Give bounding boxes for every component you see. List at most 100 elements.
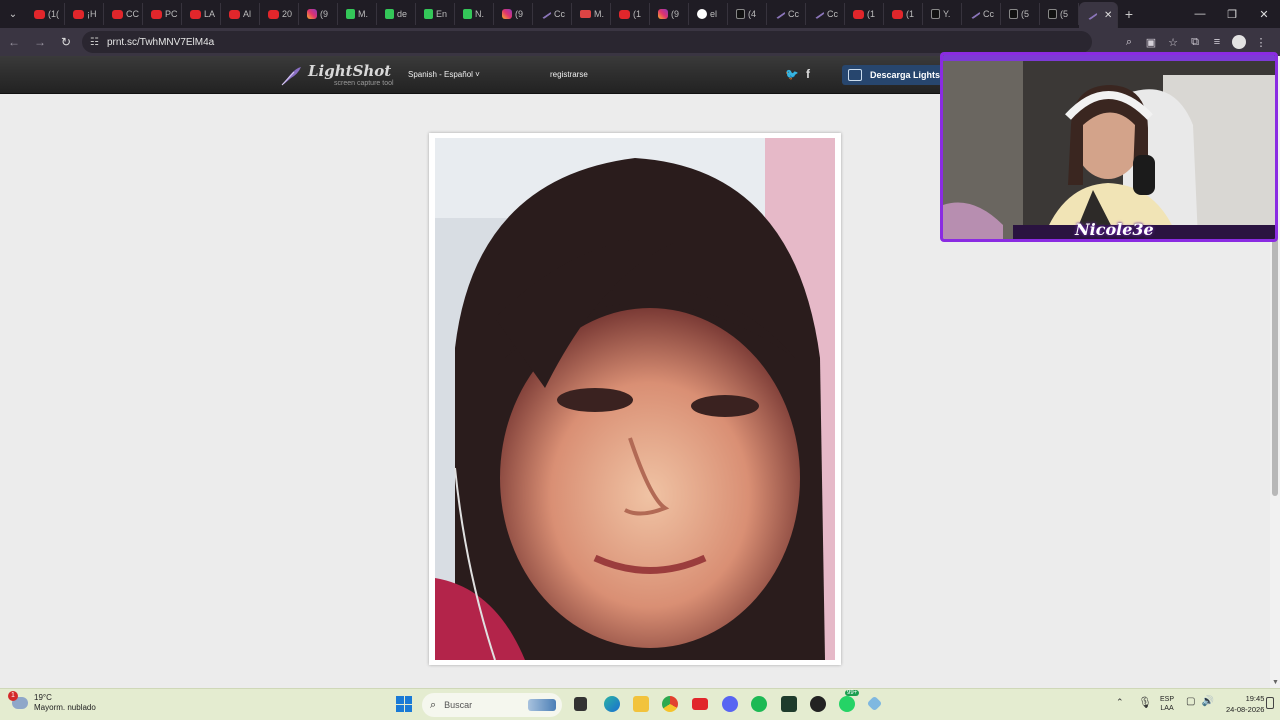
browser-menu-icon[interactable]: ⋮	[1250, 31, 1272, 53]
chevron-down-icon: ˅	[475, 70, 480, 79]
file-explorer-icon[interactable]	[633, 696, 649, 712]
browser-tab[interactable]: (1	[611, 3, 650, 25]
forward-arrow-icon[interactable]: →	[28, 30, 52, 54]
microphone-icon[interactable]: 🎙	[1138, 696, 1152, 709]
reload-icon[interactable]: ↻	[54, 30, 78, 54]
close-tab-icon[interactable]: ✕	[1104, 10, 1112, 21]
browser-tab[interactable]: M.	[338, 3, 377, 25]
search-highlight-icon	[528, 699, 556, 711]
profile-avatar[interactable]	[1228, 31, 1250, 53]
youtube-icon	[892, 9, 903, 19]
browser-tab[interactable]: (1(	[26, 3, 65, 25]
language-label: Spanish - Español	[408, 70, 473, 79]
shared-screenshot-photo[interactable]	[435, 138, 835, 660]
weather-widget[interactable]: 1 19°C Mayorm. nublado	[8, 691, 96, 713]
tab-title: En	[436, 9, 448, 19]
bookmark-star-icon[interactable]: ☆	[1162, 31, 1184, 53]
youtube-icon	[268, 9, 279, 19]
browser-tab[interactable]: Cc	[806, 3, 845, 25]
toolbar-actions: ⌕ ▣ ☆ ⧉ ≡ ⋮	[1118, 31, 1280, 53]
instagram-icon	[658, 9, 668, 19]
discord-icon[interactable]	[722, 696, 738, 712]
tab-title: (5	[1060, 9, 1069, 19]
browser-tab[interactable]: (9	[494, 3, 533, 25]
tab-title: Cc	[554, 9, 565, 19]
browser-tab[interactable]: (1	[884, 3, 923, 25]
minimize-button[interactable]: —	[1184, 0, 1216, 28]
tab-title: Y.	[943, 9, 951, 19]
back-arrow-icon[interactable]: ←	[2, 30, 26, 54]
chrome-icon[interactable]	[662, 696, 678, 712]
browser-tab[interactable]: Y.	[923, 3, 962, 25]
browser-tab[interactable]: Cc	[767, 3, 806, 25]
scroll-down-arrow-icon[interactable]: ▼	[1272, 679, 1279, 686]
language-selector[interactable]: Spanish - Español ˅	[408, 70, 480, 79]
task-view-icon[interactable]	[574, 697, 587, 711]
tiktok-icon	[736, 9, 745, 19]
browser-tab[interactable]: (9	[650, 3, 689, 25]
obs-icon[interactable]	[810, 696, 826, 712]
site-info-icon[interactable]: ☷	[90, 37, 99, 48]
lightshot-icon	[774, 8, 786, 20]
browser-tab[interactable]: PC	[143, 3, 182, 25]
browser-tab[interactable]: (9	[299, 3, 338, 25]
lightshot-logo[interactable]: LightShot screen capture tool	[280, 64, 394, 87]
streamer-webcam-overlay	[940, 52, 1278, 242]
avatar[interactable]	[1232, 35, 1246, 49]
weather-temperature: 19°C	[34, 693, 52, 702]
zoom-icon[interactable]: ⌕	[1118, 31, 1140, 53]
windows-start-icon[interactable]	[396, 696, 412, 712]
download-button[interactable]: Descarga Lights	[842, 65, 952, 85]
browser-tab[interactable]: ¡H	[65, 3, 104, 25]
browser-tab[interactable]: Al	[221, 3, 260, 25]
media-queue-icon[interactable]: ≡	[1206, 31, 1228, 53]
browser-tab[interactable]: LA	[182, 3, 221, 25]
close-window-button[interactable]: ✕	[1248, 0, 1280, 28]
browser-tab[interactable]: (4	[728, 3, 767, 25]
cast-icon[interactable]: ▣	[1140, 31, 1162, 53]
address-bar[interactable]: ☷ prnt.sc/TwhMNV7ElM4a	[82, 31, 1092, 53]
tab-search-chevron-icon[interactable]: ⌄	[0, 0, 26, 28]
maximize-button[interactable]: ❐	[1216, 0, 1248, 28]
edge-icon[interactable]	[604, 696, 620, 712]
extensions-icon[interactable]: ⧉	[1184, 31, 1206, 53]
browser-tab[interactable]: Cc	[962, 3, 1001, 25]
input-language[interactable]: ESP LAA	[1160, 695, 1174, 713]
browser-tab[interactable]: Cc	[533, 3, 572, 25]
tab-title: Al	[243, 9, 252, 19]
browser-tab[interactable]: 20	[260, 3, 299, 25]
notification-center-icon[interactable]	[1266, 697, 1274, 709]
tab-title: (9	[515, 9, 524, 19]
instagram-icon	[307, 9, 317, 19]
browser-tab[interactable]: N.	[455, 3, 494, 25]
whatsapp-badge: 99+	[845, 690, 860, 696]
signup-link[interactable]: registrarse	[550, 70, 588, 79]
tiktok-icon	[1009, 9, 1018, 19]
browser-tab[interactable]: CC	[104, 3, 143, 25]
browser-tab[interactable]: En	[416, 3, 455, 25]
browser-tab[interactable]: (5	[1040, 3, 1079, 25]
browser-tab[interactable]: el	[689, 3, 728, 25]
taskbar-search[interactable]: ⌕ Buscar	[422, 693, 562, 717]
tab-title: Cc	[827, 9, 838, 19]
facebook-icon[interactable]: f	[806, 67, 810, 81]
whatsapp-icon[interactable]: 99+	[839, 690, 860, 712]
browser-tab[interactable]: (1	[845, 3, 884, 25]
browser-tab[interactable]: de	[377, 3, 416, 25]
tray-overflow-chevron-icon[interactable]: ⌃	[1116, 697, 1124, 708]
browser-tab[interactable]: M.	[572, 3, 611, 25]
network-volume-icons[interactable]: ▢🔊	[1186, 696, 1220, 707]
spotify-icon[interactable]	[751, 696, 767, 712]
new-tab-button[interactable]: +	[1118, 6, 1140, 22]
active-browser-tab[interactable]: ✕	[1079, 2, 1118, 28]
kick-icon	[424, 9, 433, 19]
xbox-app-icon[interactable]	[781, 696, 797, 712]
tab-title: (1(	[48, 9, 59, 19]
browser-tab[interactable]: (5	[1001, 3, 1040, 25]
twitter-icon[interactable]: 🐦	[785, 68, 799, 81]
taskbar-clock[interactable]: 19:45 24-08-2026	[1226, 694, 1264, 715]
kick-icon	[463, 9, 472, 19]
youtube-app-icon[interactable]	[692, 698, 708, 710]
youtube-icon	[34, 9, 45, 19]
app-diamond-icon[interactable]	[866, 695, 883, 712]
